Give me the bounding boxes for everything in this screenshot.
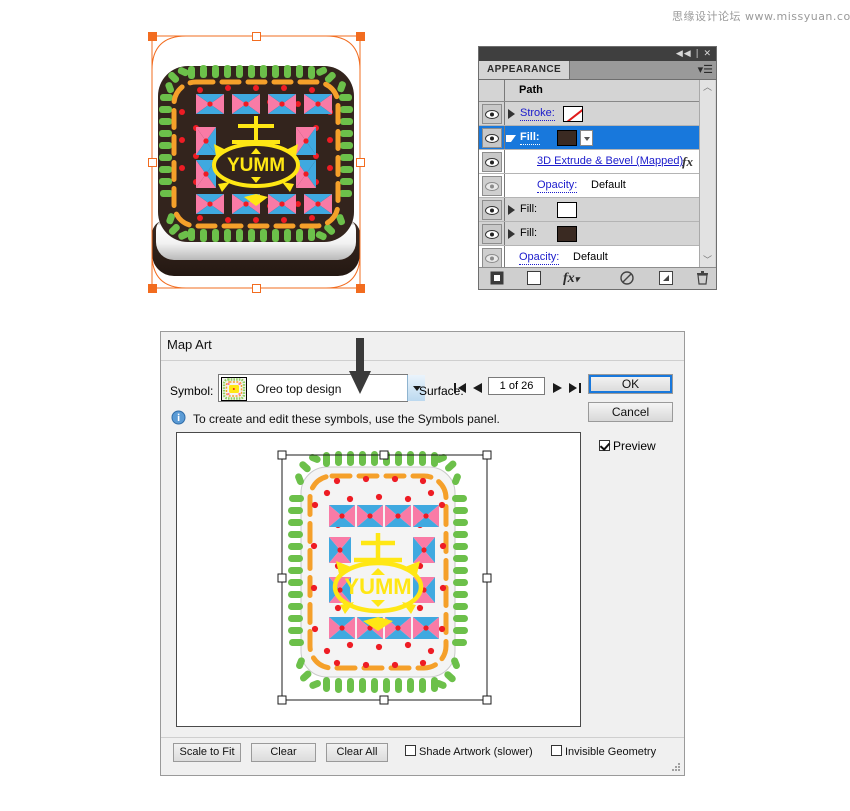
selection-handle-tc[interactable] — [252, 32, 261, 41]
selection-handle-bl[interactable] — [148, 284, 157, 293]
opacity-1-label[interactable]: Opacity: — [537, 179, 578, 193]
appearance-panel[interactable]: ◀◀ | ✕ APPEARANCE ▾☰ Path Stroke: Fill: … — [478, 46, 717, 290]
symbol-name: Oreo top design — [256, 382, 342, 396]
resize-grip-icon[interactable] — [672, 763, 681, 772]
preview-checkbox[interactable]: Preview — [599, 439, 656, 453]
ok-button[interactable]: OK — [588, 374, 673, 394]
fill-1-label[interactable]: Fill: — [520, 131, 540, 145]
visibility-toggle-opacity-2[interactable] — [482, 248, 502, 267]
invisible-geometry-checkbox[interactable]: Invisible Geometry — [551, 745, 656, 758]
appearance-row-stroke[interactable]: Stroke: — [479, 102, 701, 126]
fill-3-swatch[interactable] — [557, 226, 577, 242]
shade-artwork-checkbox[interactable]: Shade Artwork (slower) — [405, 745, 533, 758]
fill-3-label[interactable]: Fill: — [520, 227, 537, 240]
last-surface-icon[interactable] — [568, 381, 582, 395]
panel-titlebar[interactable]: ◀◀ | ✕ — [479, 47, 716, 61]
shade-artwork-checkbox-box[interactable] — [405, 745, 416, 756]
selection-handle-tr[interactable] — [356, 32, 365, 41]
invisible-geometry-label: Invisible Geometry — [565, 746, 657, 758]
panel-menu-icon[interactable]: ▾☰ — [698, 63, 713, 77]
symbol-label: Symbol: — [170, 384, 214, 398]
panel-body: Path Stroke: Fill: 3D Extrude & Bevel (M… — [479, 80, 716, 289]
svg-text:YUMM: YUMM — [344, 574, 411, 599]
effect-3d-label[interactable]: 3D Extrude & Bevel (Mapped) — [537, 155, 683, 167]
dialog-title-divider — [161, 360, 684, 361]
opacity-2-value[interactable]: Default — [573, 251, 608, 263]
scroll-up-icon[interactable]: ︿ — [700, 80, 715, 94]
cookie-artwork-selection[interactable]: YUMM — [148, 32, 365, 293]
appearance-row-fill-2[interactable]: Fill: — [479, 198, 701, 222]
visibility-toggle-opacity-1[interactable] — [482, 176, 502, 196]
disclosure-triangle-fill-3[interactable] — [508, 229, 515, 239]
selection-handle-bc[interactable] — [252, 284, 261, 293]
info-icon — [171, 410, 186, 425]
first-surface-icon[interactable] — [453, 381, 467, 395]
preview-checkbox-box[interactable] — [599, 440, 610, 451]
site-watermark: 思缘设计论坛 www.missyuan.com — [672, 10, 850, 23]
fx-icon: fx — [682, 154, 693, 169]
appearance-object-type-row: Path — [479, 80, 701, 102]
appearance-row-opacity-2[interactable]: Opacity: Default — [479, 246, 701, 267]
visibility-toggle-fill-2[interactable] — [482, 200, 502, 220]
clear-button[interactable]: Clear — [251, 743, 316, 762]
down-arrow-annotation — [348, 338, 372, 396]
preview-artwork: YUMM — [177, 433, 580, 726]
preview-checkbox-label: Preview — [613, 439, 656, 453]
opacity-1-value[interactable]: Default — [591, 179, 626, 191]
map-art-preview-canvas[interactable]: YUMM — [176, 432, 581, 727]
selection-handle-mr[interactable] — [356, 158, 365, 167]
stroke-swatch-none[interactable] — [563, 106, 583, 122]
delete-item-icon[interactable] — [696, 271, 709, 285]
panel-scrollbar[interactable]: ︿ ﹀ — [699, 80, 715, 267]
appearance-row-opacity-1[interactable]: Opacity: Default — [479, 174, 701, 198]
symbol-dropdown[interactable]: Oreo top design — [218, 374, 425, 402]
shade-artwork-label: Shade Artwork (slower) — [419, 746, 533, 758]
next-surface-icon[interactable] — [551, 381, 565, 395]
appearance-rows: Path Stroke: Fill: 3D Extrude & Bevel (M… — [479, 80, 701, 267]
invisible-geometry-checkbox-box[interactable] — [551, 745, 562, 756]
appearance-row-fill-1[interactable]: Fill: — [479, 126, 701, 150]
visibility-toggle-fill-1[interactable] — [482, 128, 502, 148]
add-new-effect-icon[interactable]: fx▾ — [563, 271, 579, 287]
visibility-toggle-fill-3[interactable] — [482, 224, 502, 244]
clear-all-button[interactable]: Clear All — [326, 743, 388, 762]
symbols-panel-hint: To create and edit these symbols, use th… — [193, 412, 500, 426]
visibility-toggle-stroke[interactable] — [482, 104, 502, 124]
selection-handle-tl[interactable] — [148, 32, 157, 41]
cancel-button[interactable]: Cancel — [588, 402, 673, 422]
disclosure-triangle-fill-2[interactable] — [508, 205, 515, 215]
panel-window-controls[interactable]: ◀◀ | ✕ — [676, 48, 712, 60]
selection-handle-br[interactable] — [356, 284, 365, 293]
opacity-2-label[interactable]: Opacity: — [519, 251, 560, 265]
panel-tab-row[interactable]: APPEARANCE ▾☰ — [479, 61, 716, 80]
appearance-row-effect-3d[interactable]: 3D Extrude & Bevel (Mapped) fx — [479, 150, 701, 174]
fill-1-swatch[interactable] — [557, 130, 577, 146]
selection-handle-ml[interactable] — [148, 158, 157, 167]
map-art-dialog[interactable]: Map Art Symbol: Oreo top design Surface:… — [160, 331, 685, 776]
clear-appearance-icon[interactable] — [620, 271, 634, 285]
fill-1-swatch-dropdown[interactable] — [580, 130, 593, 146]
scale-to-fit-button[interactable]: Scale to Fit — [173, 743, 241, 762]
disclosure-triangle-fill-1[interactable] — [506, 135, 516, 142]
appearance-row-fill-3[interactable]: Fill: — [479, 222, 701, 246]
fill-2-swatch[interactable] — [557, 202, 577, 218]
symbol-thumbnail — [221, 377, 247, 401]
object-type-label: Path — [519, 84, 543, 96]
previous-surface-icon[interactable] — [470, 381, 484, 395]
disclosure-triangle-stroke[interactable] — [508, 109, 515, 119]
visibility-toggle-effect-3d[interactable] — [482, 152, 502, 172]
dialog-footer-divider — [161, 737, 684, 738]
dialog-title: Map Art — [167, 337, 212, 352]
add-new-stroke-icon[interactable] — [490, 271, 504, 285]
add-new-fill-icon[interactable] — [527, 271, 541, 285]
stroke-label[interactable]: Stroke: — [520, 107, 555, 121]
scroll-down-icon[interactable]: ﹀ — [700, 253, 715, 267]
selection-bounds — [151, 35, 361, 289]
duplicate-item-icon[interactable] — [659, 271, 673, 285]
tab-appearance[interactable]: APPEARANCE — [479, 61, 571, 79]
panel-footer-toolbar[interactable]: fx▾ — [479, 267, 716, 289]
surface-index-field[interactable]: 1 of 26 — [488, 377, 545, 395]
fill-2-label[interactable]: Fill: — [520, 203, 537, 216]
